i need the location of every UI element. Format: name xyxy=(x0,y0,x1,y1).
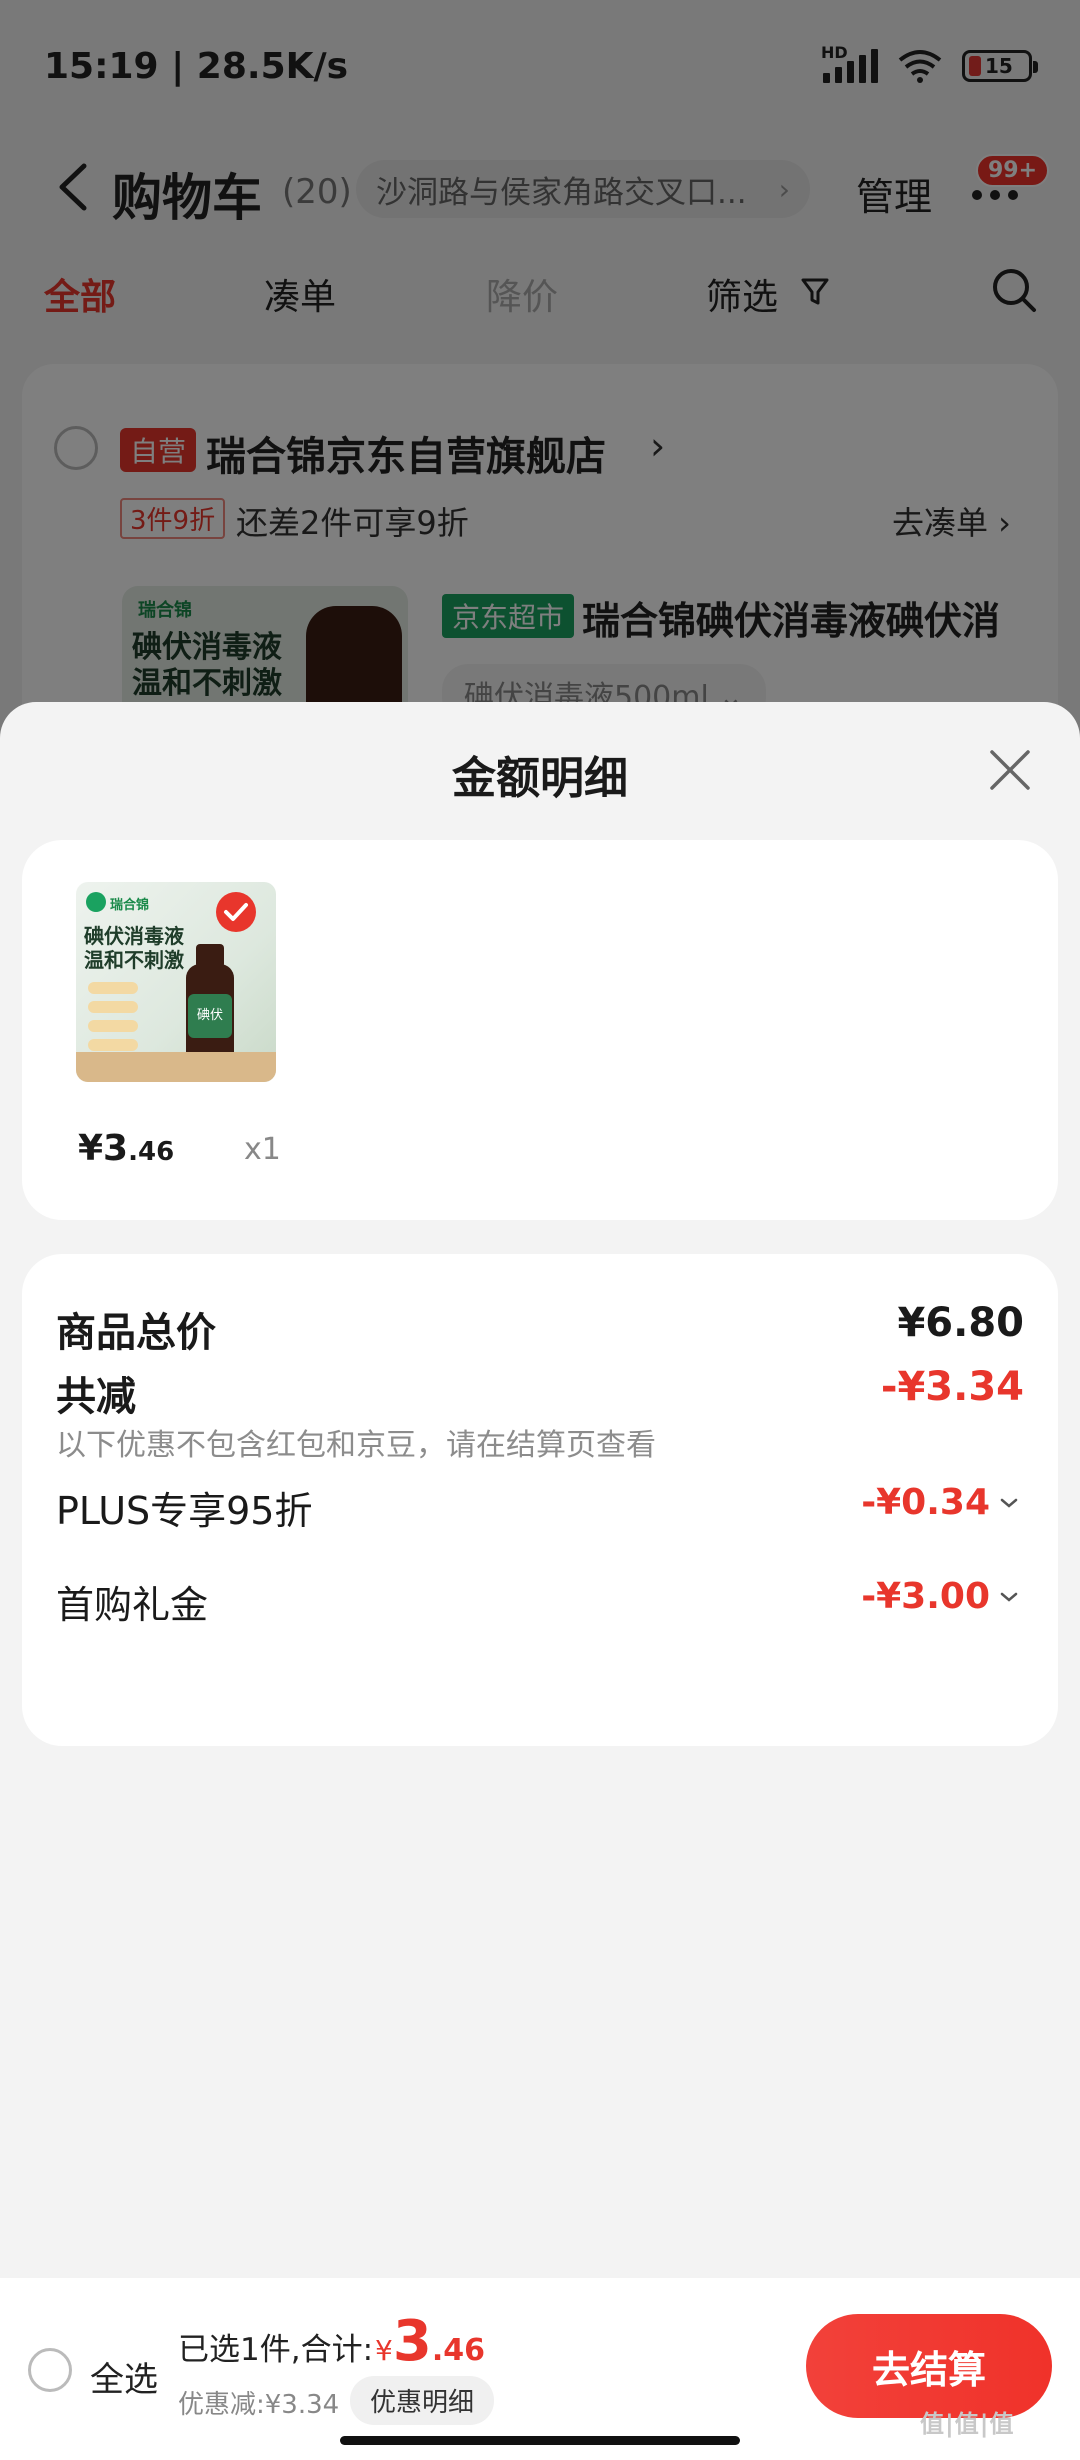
chevron-down-icon xyxy=(1000,1498,1018,1508)
first-purchase-gift-value: -¥3.00 xyxy=(861,1576,990,1617)
watermark: 值|值|值 xyxy=(920,2410,1015,2438)
item-thumbnail: 瑞合锦 碘伏消毒液 温和不刺激 碘伏 xyxy=(76,882,276,1082)
total-value: ¥6.80 xyxy=(897,1300,1024,1346)
thumb-brand: 瑞合锦 xyxy=(110,898,150,913)
checkmark-icon xyxy=(216,892,256,932)
item-quantity: x1 xyxy=(244,1132,281,1167)
total-decimal: .46 xyxy=(431,2333,485,2368)
first-purchase-gift-label: 首购礼金 xyxy=(56,1583,209,1627)
total-label: 商品总价 xyxy=(56,1310,216,1356)
home-indicator[interactable] xyxy=(340,2436,740,2445)
chevron-down-icon xyxy=(1000,1592,1018,1602)
reduce-value: -¥3.34 xyxy=(880,1364,1024,1410)
thumb-text-line2: 温和不刺激 xyxy=(84,948,184,972)
item-card: 瑞合锦 碘伏消毒液 温和不刺激 碘伏 ¥3.46 x1 xyxy=(22,840,1058,1220)
item-price-decimal: .46 xyxy=(128,1137,175,1167)
bottle-label: 碘伏 xyxy=(188,994,232,1038)
price-summary-card: 商品总价 ¥6.80 共减 -¥3.34 以下优惠不包含红包和京豆，请在结算页查… xyxy=(22,1254,1058,1746)
item-price-main: ¥3 xyxy=(78,1128,129,1169)
thumb-text-line1: 碘伏消毒液 xyxy=(84,924,184,948)
plus-discount-row[interactable]: -¥0.34 xyxy=(861,1482,1018,1523)
selection-summary: 已选1件,合计: ¥ 3 .46 xyxy=(178,2309,485,2374)
close-icon[interactable] xyxy=(986,746,1034,794)
item-price: ¥3.46 xyxy=(78,1128,174,1169)
plus-discount-label: PLUS专享95折 xyxy=(56,1489,313,1533)
total-int: 3 xyxy=(392,2309,432,2374)
select-all-radio[interactable] xyxy=(28,2348,72,2392)
amount-detail-sheet: 金额明细 瑞合锦 碘伏消毒液 温和不刺激 碘伏 ¥3.46 x1 商品总价 ¥6… xyxy=(0,702,1080,2460)
discount-detail-button[interactable]: 优惠明细 xyxy=(350,2376,495,2425)
summary-prefix: 已选1件,合计: xyxy=(178,2332,374,2368)
sheet-title: 金额明细 xyxy=(452,753,628,804)
first-purchase-gift-row[interactable]: -¥3.00 xyxy=(861,1576,1018,1617)
plus-discount-value: -¥0.34 xyxy=(861,1482,990,1523)
reduce-label: 共减 xyxy=(56,1374,136,1420)
reduce-note: 以下优惠不包含红包和京豆，请在结算页查看 xyxy=(56,1428,656,1463)
select-all-label[interactable]: 全选 xyxy=(90,2352,158,2401)
checkout-bar: 全选 已选1件,合计: ¥ 3 .46 优惠减:¥3.34 优惠明细 去结算 xyxy=(0,2278,1080,2460)
discount-text: 优惠减:¥3.34 xyxy=(178,2390,340,2420)
checkout-button[interactable]: 去结算 xyxy=(806,2314,1052,2418)
currency-symbol: ¥ xyxy=(375,2334,393,2367)
